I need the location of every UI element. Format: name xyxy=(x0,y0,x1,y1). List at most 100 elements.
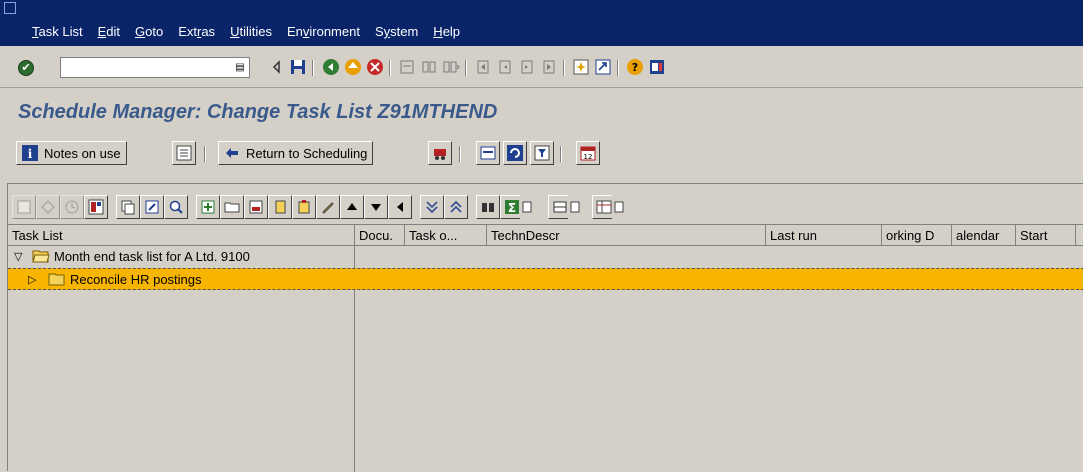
tree-expand-button[interactable] xyxy=(420,195,444,219)
tree-move-left-button[interactable] xyxy=(388,195,412,219)
next-page-icon xyxy=(521,60,533,74)
move-icon xyxy=(145,200,159,214)
column-working-day[interactable]: orking D xyxy=(882,225,952,246)
menu-item[interactable]: Help xyxy=(433,24,460,39)
tree-display-change-button[interactable] xyxy=(12,195,36,219)
system-menu-icon[interactable] xyxy=(4,2,16,14)
separator xyxy=(617,60,619,76)
column-docu[interactable]: Docu. xyxy=(355,225,405,246)
column-start[interactable]: Start xyxy=(1016,225,1076,246)
menu-item[interactable]: Goto xyxy=(135,24,163,39)
tree-collapse-button[interactable] xyxy=(444,195,468,219)
copy-icon xyxy=(121,200,135,215)
refresh-button[interactable] xyxy=(503,141,527,165)
create-session-icon[interactable] xyxy=(572,58,590,76)
sum-dropdown-icon[interactable] xyxy=(520,195,536,219)
cancel-icon[interactable] xyxy=(366,58,384,76)
calendar-icon: 12 xyxy=(580,146,596,161)
menu-item[interactable]: System xyxy=(375,24,418,39)
tree-clock-button[interactable] xyxy=(60,195,84,219)
back-icon[interactable] xyxy=(322,58,340,76)
diamond-icon xyxy=(41,200,55,214)
triangle-left-icon xyxy=(397,202,403,212)
edit-doc-icon xyxy=(17,200,31,214)
svg-text:i: i xyxy=(28,147,33,161)
factory-calendar-button[interactable]: 12 xyxy=(576,141,600,165)
filter-button[interactable] xyxy=(530,141,554,165)
notes-on-use-button[interactable]: i Notes on use xyxy=(16,141,127,165)
collapse-node-icon[interactable]: ▽ xyxy=(14,250,22,263)
layout-dropdown-icon[interactable] xyxy=(612,195,628,219)
print-icon xyxy=(400,60,414,74)
tree-folder-button[interactable] xyxy=(220,195,244,219)
menu-item[interactable]: Extras xyxy=(178,24,215,39)
tree-undo-button[interactable] xyxy=(36,195,60,219)
folder-icon xyxy=(224,202,240,213)
transport-button[interactable] xyxy=(428,141,452,165)
tree-search-button[interactable] xyxy=(164,195,188,219)
exit-icon[interactable] xyxy=(344,58,362,76)
back-arrow-icon xyxy=(226,148,238,158)
tree-insert-button[interactable] xyxy=(244,195,268,219)
command-history-icon[interactable]: ▤ xyxy=(233,60,247,75)
expand-icon xyxy=(426,201,438,214)
tree-paste-button[interactable] xyxy=(292,195,316,219)
binoculars-icon xyxy=(482,203,494,212)
tree-move-button[interactable] xyxy=(140,195,164,219)
menu-item[interactable]: Environment xyxy=(287,24,360,39)
column-task-list[interactable]: Task List xyxy=(8,225,355,246)
menu-items: Task List Edit Goto Extras Utilities Environm… xyxy=(32,24,475,39)
tree-copy-button[interactable] xyxy=(116,195,140,219)
tree-add-node-button[interactable] xyxy=(196,195,220,219)
menu-item[interactable]: Utilities xyxy=(230,24,272,39)
separator xyxy=(560,146,562,162)
tree-find-button[interactable] xyxy=(476,195,500,219)
tree-move-down-button[interactable] xyxy=(364,195,388,219)
first-page-icon xyxy=(477,60,489,74)
grid-icon xyxy=(596,200,612,214)
separator xyxy=(204,146,206,162)
separator xyxy=(459,146,461,162)
layout-menu-icon[interactable] xyxy=(648,58,666,76)
menu-bar: Task List Edit Goto Extras Utilities Environm… xyxy=(0,0,1083,46)
tree-edit-button[interactable] xyxy=(316,195,340,219)
tree-note-button[interactable] xyxy=(268,195,292,219)
calendar-display-button[interactable] xyxy=(476,141,500,165)
tree-view-button[interactable] xyxy=(84,195,108,219)
command-field[interactable]: ▤ xyxy=(60,57,250,78)
column-techn-descr[interactable]: TechnDescr xyxy=(487,225,766,246)
tree-body: ▽ Month end task list for A Ltd. 9100 ▷ … xyxy=(8,246,1083,472)
sum-icon: Σ xyxy=(505,200,519,215)
column-last-run[interactable]: Last run xyxy=(766,225,882,246)
page-title: Schedule Manager: Change Task List Z91MT… xyxy=(18,101,498,123)
enter-checkmark-icon[interactable]: ✔ xyxy=(18,60,34,76)
standard-toolbar: ✔ ▤ ? xyxy=(0,46,1083,88)
column-calendar[interactable]: alendar xyxy=(952,225,1016,246)
save-icon[interactable] xyxy=(289,58,307,76)
menu-item[interactable]: Task List xyxy=(32,24,83,39)
find-next-icon xyxy=(443,61,460,73)
note-icon xyxy=(275,200,286,214)
menu-item[interactable]: Edit xyxy=(98,24,120,39)
refresh-icon xyxy=(507,145,523,161)
print-dropdown-icon[interactable] xyxy=(568,195,584,219)
back-arrow-small-icon[interactable] xyxy=(268,58,286,76)
dropdown-icon xyxy=(522,201,532,213)
tree-move-up-button[interactable] xyxy=(340,195,364,219)
return-to-scheduling-button[interactable]: Return to Scheduling xyxy=(218,141,374,165)
task-list-tree: Σ Task List Docu. Task o... TechnDescr L… xyxy=(7,183,1083,472)
tree-node-root[interactable]: ▽ Month end task list for A Ltd. 9100 xyxy=(8,246,1083,268)
pencil-icon xyxy=(322,202,334,214)
shortcut-icon[interactable] xyxy=(594,58,612,76)
column-task-owner[interactable]: Task o... xyxy=(405,225,487,246)
folder-icon xyxy=(48,273,65,286)
expand-node-icon[interactable]: ▷ xyxy=(28,273,36,286)
display-list-button[interactable] xyxy=(172,141,196,165)
separator xyxy=(465,60,467,76)
tree-node-child[interactable]: ▷ Reconcile HR postings xyxy=(8,268,1083,290)
separator xyxy=(563,60,565,76)
previous-page-icon xyxy=(499,60,511,74)
help-icon[interactable]: ? xyxy=(626,58,644,76)
application-toolbar: i Notes on use Return to Scheduling 12 xyxy=(0,134,1083,174)
tree-node-root-label: Month end task list for A Ltd. 9100 xyxy=(54,249,250,264)
